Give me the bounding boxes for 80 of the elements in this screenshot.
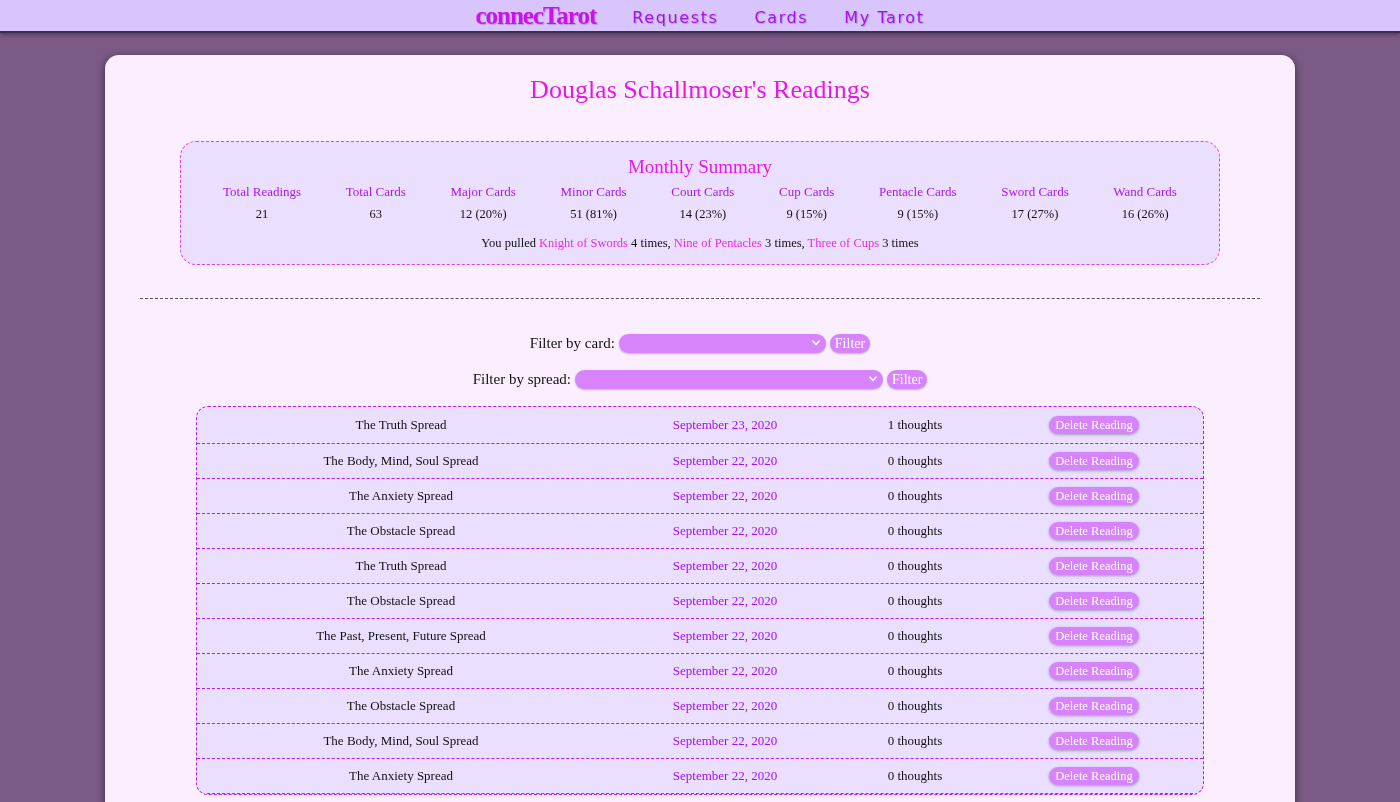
- reading-date: September 22, 2020: [672, 733, 778, 749]
- delete-reading-button[interactable]: Delete Reading: [1049, 416, 1139, 434]
- reading-date: September 22, 2020: [672, 488, 778, 504]
- reading-date: September 22, 2020: [672, 523, 778, 539]
- card-link[interactable]: Three of Cups: [807, 236, 880, 250]
- delete-reading-button[interactable]: Delete Reading: [1049, 452, 1139, 470]
- spread-name: The Obstacle Spread: [346, 593, 456, 609]
- logo[interactable]: connecTarot: [475, 1, 597, 30]
- summary-sentence: You pulled Knight of Swords 4 times, Nine of Pentacles 3 times, Three of Cups 3 times: [480, 235, 920, 251]
- spread-name: The Truth Spread: [355, 417, 447, 433]
- stat-label: Total Cards: [345, 184, 406, 200]
- filter-label: Filter by card:: [529, 334, 615, 352]
- reading-date: September 22, 2020: [672, 663, 778, 679]
- thoughts-count: 0 thoughts: [887, 698, 943, 714]
- spread-name: The Anxiety Spread: [349, 768, 453, 784]
- stat-label: Pentacle Cards: [878, 184, 957, 200]
- stat-value: 63: [369, 206, 383, 222]
- thoughts-count: 0 thoughts: [887, 453, 943, 469]
- thoughts-count: 0 thoughts: [887, 523, 943, 539]
- stat-label: Court Cards: [671, 184, 735, 200]
- stat-value: 12 (20%): [459, 206, 507, 222]
- stat-label: Wand Cards: [1113, 184, 1177, 200]
- chevron-down-icon: [811, 340, 820, 346]
- nav-link[interactable]: Cards: [754, 2, 809, 29]
- thoughts-count: 0 thoughts: [887, 593, 943, 609]
- stat-label: Minor Cards: [560, 184, 627, 200]
- thoughts-count: 0 thoughts: [887, 733, 943, 749]
- delete-reading-button[interactable]: Delete Reading: [1049, 732, 1139, 750]
- spread-name: The Anxiety Spread: [349, 663, 453, 679]
- chevron-down-icon: [869, 376, 877, 382]
- delete-reading-button[interactable]: Delete Reading: [1049, 522, 1139, 540]
- thoughts-count: 0 thoughts: [887, 558, 943, 574]
- thoughts-count: 0 thoughts: [887, 663, 943, 679]
- card-link[interactable]: Nine of Pentacles: [673, 236, 762, 250]
- spread-name: The Body, Mind, Soul Spread: [323, 453, 479, 469]
- nav-link[interactable]: Requests: [632, 2, 719, 29]
- summary-title: Monthly Summary: [626, 155, 774, 179]
- stat-label: Sword Cards: [1001, 184, 1069, 200]
- spread-name: The Obstacle Spread: [346, 698, 456, 714]
- reading-date: September 22, 2020: [672, 558, 778, 574]
- stat-label: Cup Cards: [779, 184, 835, 200]
- spread-name: The Truth Spread: [355, 558, 447, 574]
- reading-date: September 22, 2020: [672, 453, 778, 469]
- stat-value: 21: [255, 206, 269, 222]
- reading-date: September 22, 2020: [672, 628, 778, 644]
- thoughts-count: 1 thoughts: [887, 417, 943, 433]
- stat-label: Major Cards: [450, 184, 516, 200]
- reading-date: September 23, 2020: [672, 417, 778, 433]
- delete-reading-button[interactable]: Delete Reading: [1049, 592, 1139, 610]
- delete-reading-button[interactable]: Delete Reading: [1049, 557, 1139, 575]
- filter-button[interactable]: Filter: [887, 369, 928, 389]
- delete-reading-button[interactable]: Delete Reading: [1049, 767, 1139, 785]
- nav-link[interactable]: My Tarot: [844, 2, 925, 29]
- thoughts-count: 0 thoughts: [887, 488, 943, 504]
- stat-value: 9 (15%): [786, 206, 827, 222]
- page-title: Douglas Schallmoser's Readings: [529, 75, 871, 105]
- reading-date: September 22, 2020: [672, 593, 778, 609]
- filter-label: Filter by spread:: [472, 370, 571, 388]
- stat-value: 51 (81%): [570, 206, 617, 222]
- stat-value: 16 (26%): [1121, 206, 1169, 222]
- delete-reading-button[interactable]: Delete Reading: [1049, 627, 1139, 645]
- spread-name: The Past, Present, Future Spread: [316, 628, 486, 644]
- filter-select[interactable]: [575, 369, 883, 389]
- spread-name: The Anxiety Spread: [349, 488, 453, 504]
- stat-value: 14 (23%): [679, 206, 727, 222]
- delete-reading-button[interactable]: Delete Reading: [1049, 662, 1139, 680]
- filter-button[interactable]: Filter: [829, 333, 871, 353]
- filter-select[interactable]: [618, 333, 826, 353]
- reading-date: September 22, 2020: [672, 698, 778, 714]
- stat-label: Total Readings: [223, 184, 302, 200]
- stat-value: 9 (15%): [897, 206, 939, 222]
- card-link[interactable]: Knight of Swords: [539, 236, 628, 250]
- reading-date: September 22, 2020: [672, 768, 778, 784]
- delete-reading-button[interactable]: Delete Reading: [1049, 697, 1139, 715]
- spread-name: The Body, Mind, Soul Spread: [323, 733, 479, 749]
- delete-reading-button[interactable]: Delete Reading: [1049, 487, 1139, 505]
- thoughts-count: 0 thoughts: [887, 628, 943, 644]
- thoughts-count: 0 thoughts: [887, 768, 943, 784]
- stat-value: 17 (27%): [1011, 206, 1059, 222]
- spread-name: The Obstacle Spread: [346, 523, 456, 539]
